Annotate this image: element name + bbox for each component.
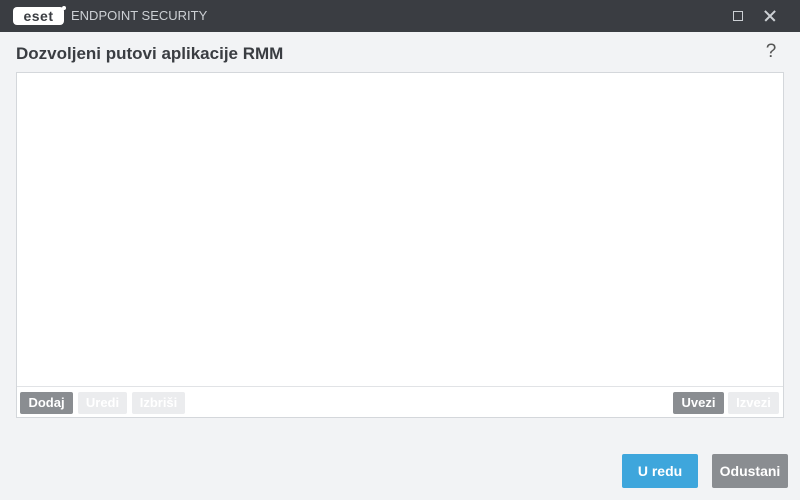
add-button[interactable]: Dodaj xyxy=(20,392,73,414)
import-button[interactable]: Uvezi xyxy=(673,392,724,414)
eset-logo: eset xyxy=(13,7,64,25)
close-button[interactable] xyxy=(754,0,786,32)
export-button[interactable]: Izvezi xyxy=(728,392,779,414)
dialog-title: Dozvoljeni putovi aplikacije RMM xyxy=(16,44,284,63)
app-title: ENDPOINT SECURITY xyxy=(71,8,208,23)
registered-mark-icon xyxy=(62,6,66,10)
title-bar: eset ENDPOINT SECURITY xyxy=(0,0,800,32)
toolbar-divider xyxy=(17,386,783,387)
cancel-button[interactable]: Odustani xyxy=(712,454,788,488)
maximize-button[interactable] xyxy=(722,0,754,32)
ok-button[interactable]: U redu xyxy=(622,454,698,488)
help-button[interactable]: ? xyxy=(762,42,780,62)
edit-button[interactable]: Uredi xyxy=(78,392,127,414)
logo-text: eset xyxy=(23,8,54,24)
maximize-icon xyxy=(733,11,743,21)
paths-list-panel: Dodaj Uredi Izbriši Uvezi Izvezi xyxy=(16,72,784,418)
delete-button[interactable]: Izbriši xyxy=(132,392,185,414)
